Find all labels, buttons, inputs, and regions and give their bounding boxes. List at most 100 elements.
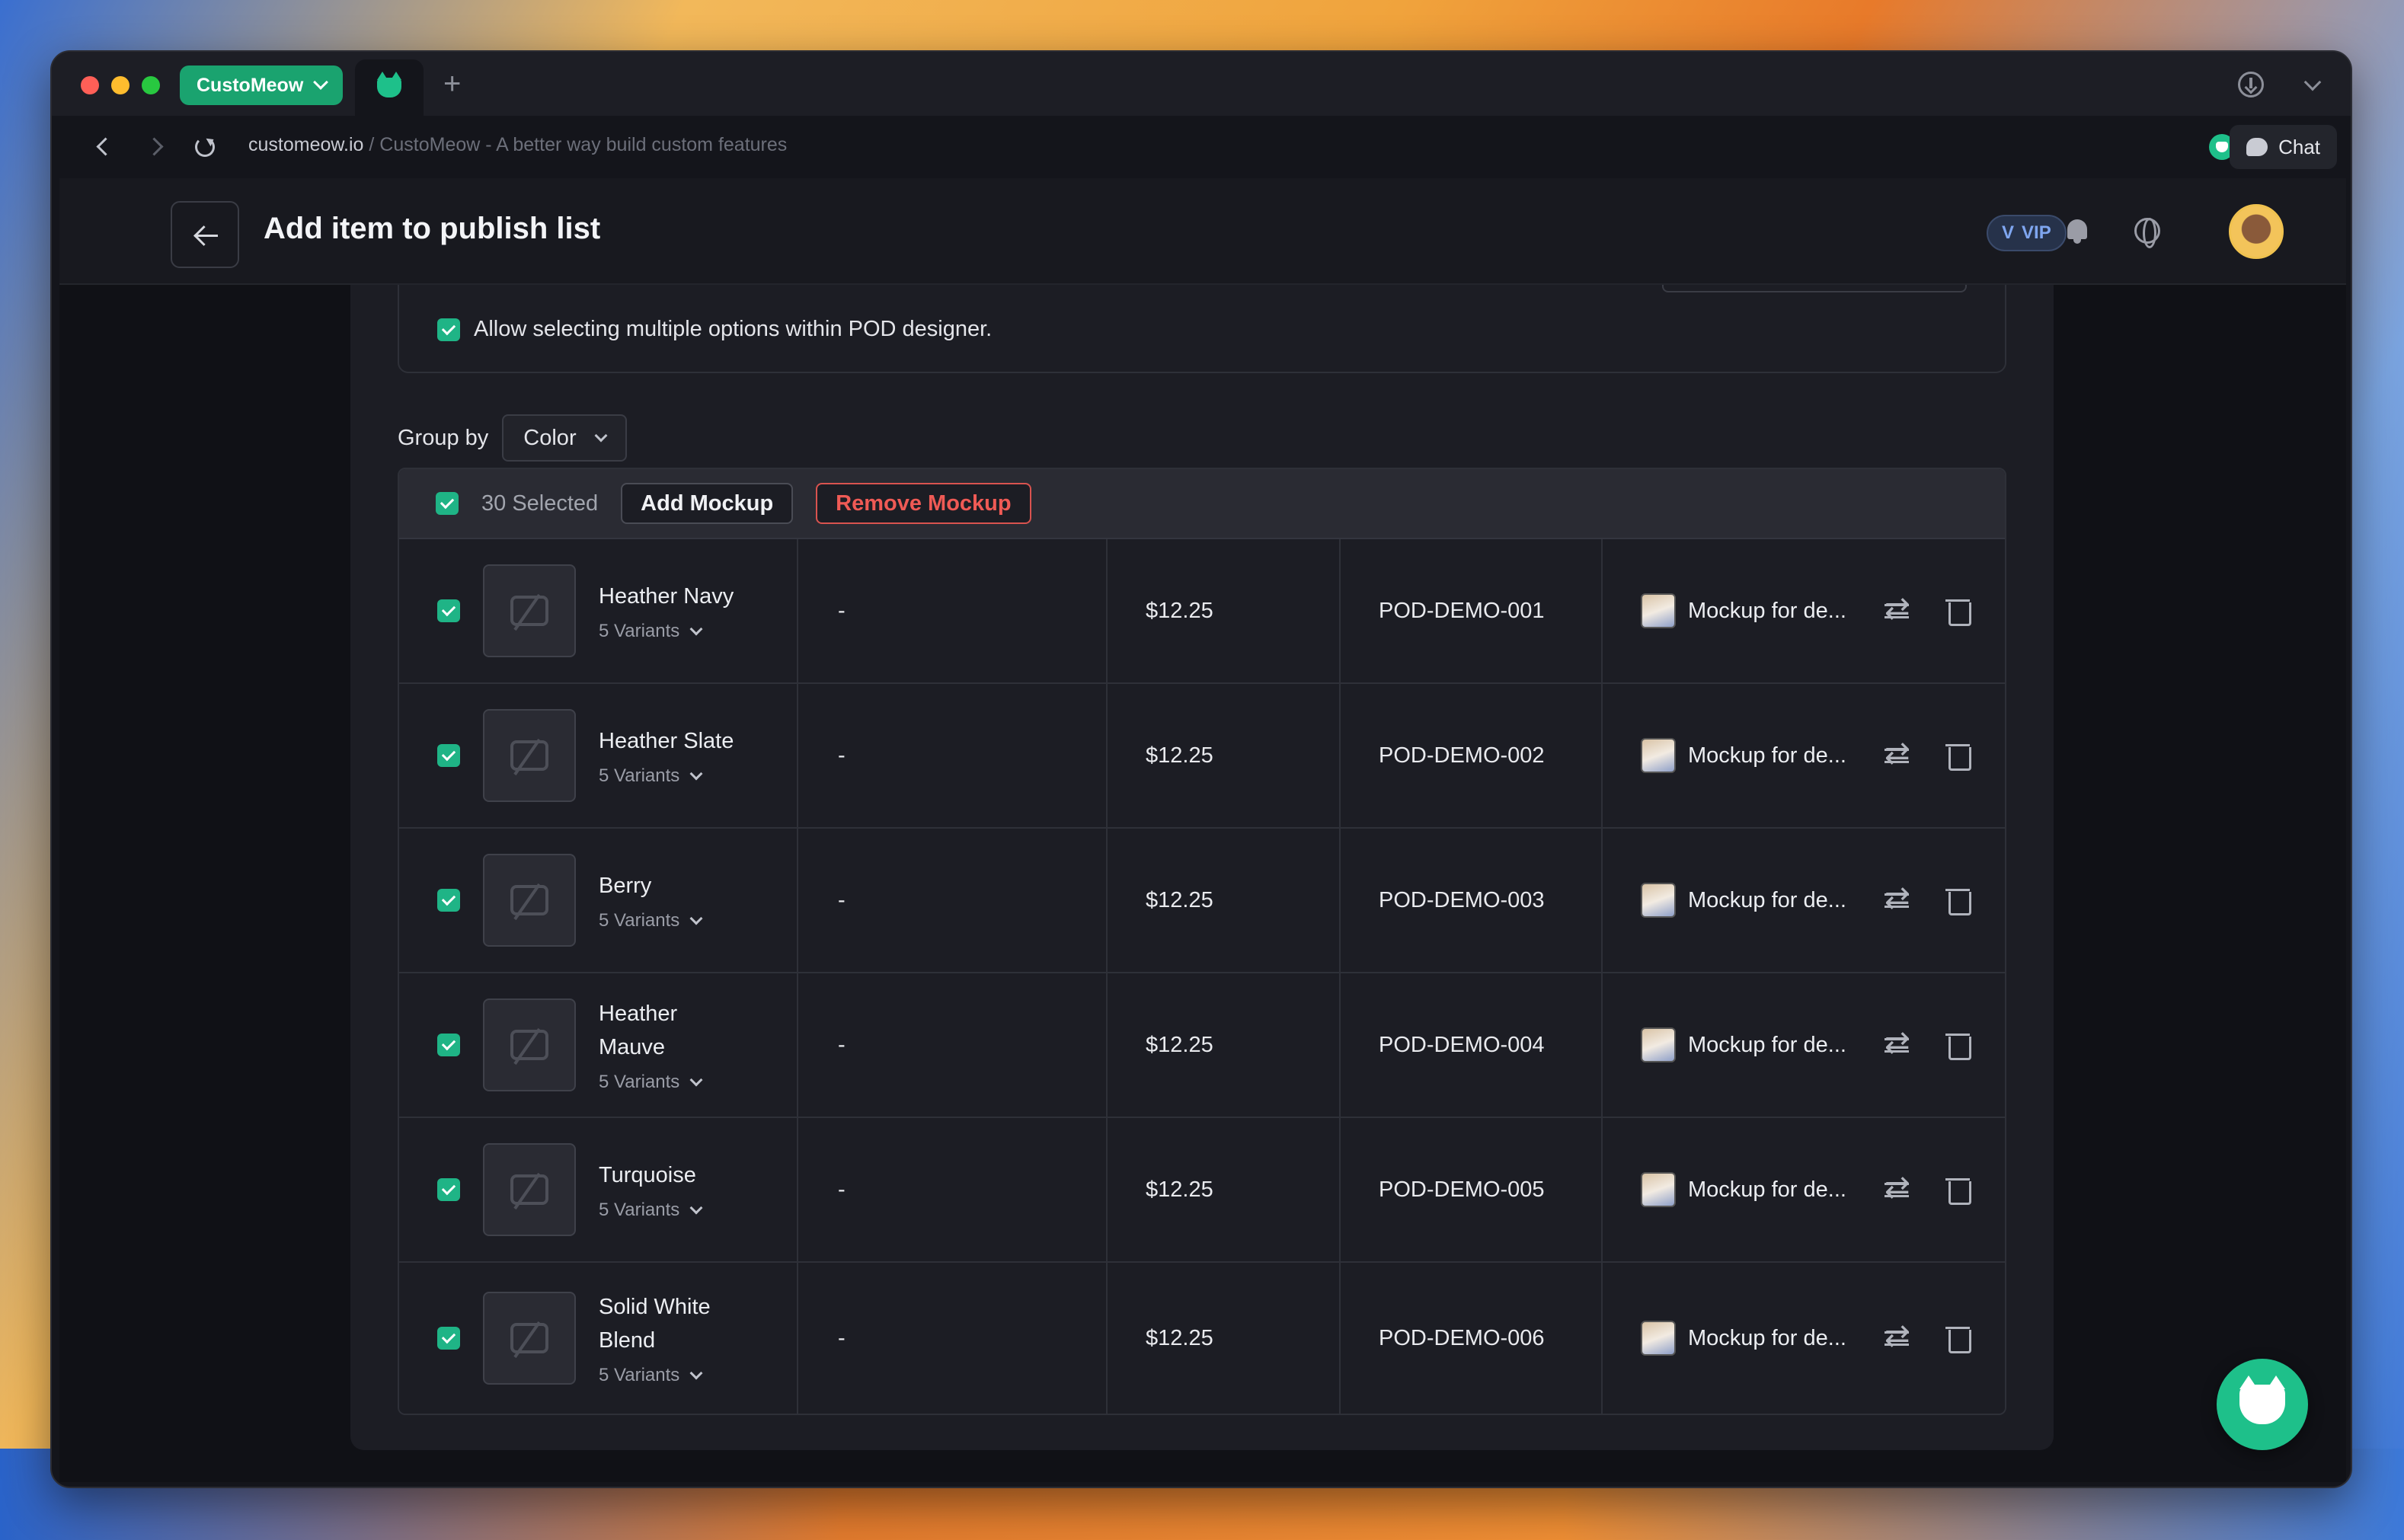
- back-nav-button[interactable]: [93, 136, 114, 157]
- trash-icon[interactable]: [1945, 596, 1971, 626]
- minimize-window-button[interactable]: [111, 76, 129, 94]
- cutoff-input[interactable]: [1662, 285, 1967, 292]
- trash-icon[interactable]: [1945, 741, 1971, 771]
- mockup-cell: Mockup for de...: [1603, 684, 2005, 827]
- url-domain: customeow.io: [248, 134, 364, 155]
- variants-toggle[interactable]: 5 Variants: [599, 621, 734, 642]
- trash-icon[interactable]: [1945, 1030, 1971, 1060]
- cat-logo-icon: [2239, 1375, 2285, 1424]
- group-by-value: Color: [523, 425, 577, 450]
- address-bar: customeow.io / CustoMeow - A better way …: [59, 116, 2346, 178]
- allow-multiple-row[interactable]: Allow selecting multiple options within …: [437, 317, 992, 342]
- trash-icon[interactable]: [1945, 886, 1971, 915]
- row-checkbox[interactable]: [437, 1327, 460, 1350]
- workspace-switcher[interactable]: CustoMeow: [180, 65, 344, 105]
- empty-cell: -: [798, 684, 1108, 827]
- row-checkbox[interactable]: [437, 889, 460, 912]
- item-name: Heather Navy: [599, 584, 734, 609]
- group-by-label: Group by: [398, 425, 489, 450]
- item-thumbnail[interactable]: [483, 709, 576, 802]
- row-checkbox[interactable]: [437, 1034, 460, 1056]
- back-button[interactable]: [171, 201, 239, 268]
- main-content: Allow selecting multiple options within …: [59, 285, 2346, 1482]
- sku-cell: POD-DEMO-006: [1341, 1263, 1603, 1414]
- item-name: Heather Mauve: [599, 1002, 678, 1059]
- selected-count: 30 Selected: [481, 490, 599, 516]
- variants-toggle[interactable]: 5 Variants: [599, 910, 703, 931]
- item-thumbnail[interactable]: [483, 564, 576, 657]
- language-globe-icon[interactable]: [2134, 218, 2160, 248]
- bell-icon[interactable]: [2066, 218, 2089, 244]
- mockup-thumbnail[interactable]: [1641, 593, 1676, 628]
- chevron-down-icon: [313, 75, 329, 90]
- item-name: Berry: [599, 874, 652, 898]
- chat-button[interactable]: Chat: [2230, 125, 2337, 169]
- item-cell: Heather Navy 5 Variants: [399, 539, 798, 682]
- price-cell: $12.25: [1108, 973, 1341, 1117]
- variants-toggle[interactable]: 5 Variants: [599, 765, 734, 787]
- item-thumbnail[interactable]: [483, 854, 576, 947]
- maximize-window-button[interactable]: [142, 76, 160, 94]
- variants-label: 5 Variants: [599, 621, 680, 641]
- add-mockup-button[interactable]: Add Mockup: [621, 483, 794, 524]
- swap-icon[interactable]: [1883, 1027, 1912, 1058]
- tab-bar: CustoMeow +: [52, 52, 2351, 116]
- swap-icon[interactable]: [1883, 1172, 1912, 1203]
- mockup-label: Mockup for de...: [1688, 598, 1846, 623]
- mockup-thumbnail[interactable]: [1641, 1172, 1676, 1207]
- swap-icon[interactable]: [1883, 738, 1912, 768]
- item-cell: Berry 5 Variants: [399, 829, 798, 972]
- mockup-label: Mockup for de...: [1688, 1032, 1846, 1057]
- tab-customeow[interactable]: [355, 59, 424, 116]
- new-tab-button[interactable]: +: [443, 69, 461, 99]
- mockup-thumbnail[interactable]: [1641, 883, 1676, 918]
- reload-icon[interactable]: [195, 137, 215, 157]
- variants-toggle[interactable]: 5 Variants: [599, 1200, 703, 1221]
- tab-list-chevron-icon[interactable]: [2303, 73, 2322, 91]
- mockup-thumbnail[interactable]: [1641, 1321, 1676, 1356]
- mockup-cell: Mockup for de...: [1603, 829, 2005, 972]
- swap-icon[interactable]: [1883, 883, 1912, 913]
- item-thumbnail[interactable]: [483, 1143, 576, 1236]
- empty-cell: -: [798, 1118, 1108, 1261]
- variants-label: 5 Variants: [599, 765, 680, 786]
- variants-toggle[interactable]: 5 Variants: [599, 1072, 736, 1093]
- mockup-label: Mockup for de...: [1688, 1177, 1846, 1202]
- allow-multiple-checkbox[interactable]: [437, 318, 460, 341]
- sku-cell: POD-DEMO-003: [1341, 829, 1603, 972]
- item-cell: Heather Mauve 5 Variants: [399, 973, 798, 1117]
- support-chat-fab[interactable]: [2217, 1359, 2308, 1450]
- variants-label: 5 Variants: [599, 1072, 680, 1092]
- swap-icon[interactable]: [1883, 593, 1912, 624]
- table-row: Heather Navy 5 Variants - $12.25 POD-DEM…: [399, 539, 2005, 684]
- chevron-down-icon: [689, 1366, 703, 1380]
- mockup-thumbnail[interactable]: [1641, 1027, 1676, 1062]
- row-checkbox[interactable]: [437, 1178, 460, 1201]
- page-title: Add item to publish list: [264, 212, 601, 245]
- forward-nav-button[interactable]: [146, 136, 168, 157]
- close-window-button[interactable]: [81, 76, 99, 94]
- remove-mockup-button[interactable]: Remove Mockup: [816, 483, 1031, 524]
- row-checkbox[interactable]: [437, 744, 460, 767]
- trash-icon[interactable]: [1945, 1324, 1971, 1353]
- variants-toggle[interactable]: 5 Variants: [599, 1365, 736, 1386]
- swap-icon[interactable]: [1883, 1321, 1912, 1351]
- select-all-checkbox[interactable]: [436, 492, 459, 515]
- no-image-icon: [510, 885, 548, 915]
- avatar[interactable]: [2229, 204, 2284, 259]
- url-field[interactable]: customeow.io / CustoMeow - A better way …: [248, 134, 787, 156]
- sku-cell: POD-DEMO-004: [1341, 973, 1603, 1117]
- sku-cell: POD-DEMO-005: [1341, 1118, 1603, 1261]
- download-icon[interactable]: [2238, 72, 2264, 97]
- item-thumbnail[interactable]: [483, 998, 576, 1091]
- trash-icon[interactable]: [1945, 1175, 1971, 1205]
- group-by-select[interactable]: Color: [502, 414, 627, 462]
- chevron-down-icon: [689, 1073, 703, 1087]
- chevron-down-icon: [594, 429, 608, 443]
- mockup-thumbnail[interactable]: [1641, 738, 1676, 773]
- variants-label: 5 Variants: [599, 1365, 680, 1385]
- item-thumbnail[interactable]: [483, 1292, 576, 1385]
- row-checkbox[interactable]: [437, 599, 460, 622]
- content-panel: Allow selecting multiple options within …: [350, 285, 2054, 1450]
- vip-badge[interactable]: V VIP: [1987, 215, 2067, 251]
